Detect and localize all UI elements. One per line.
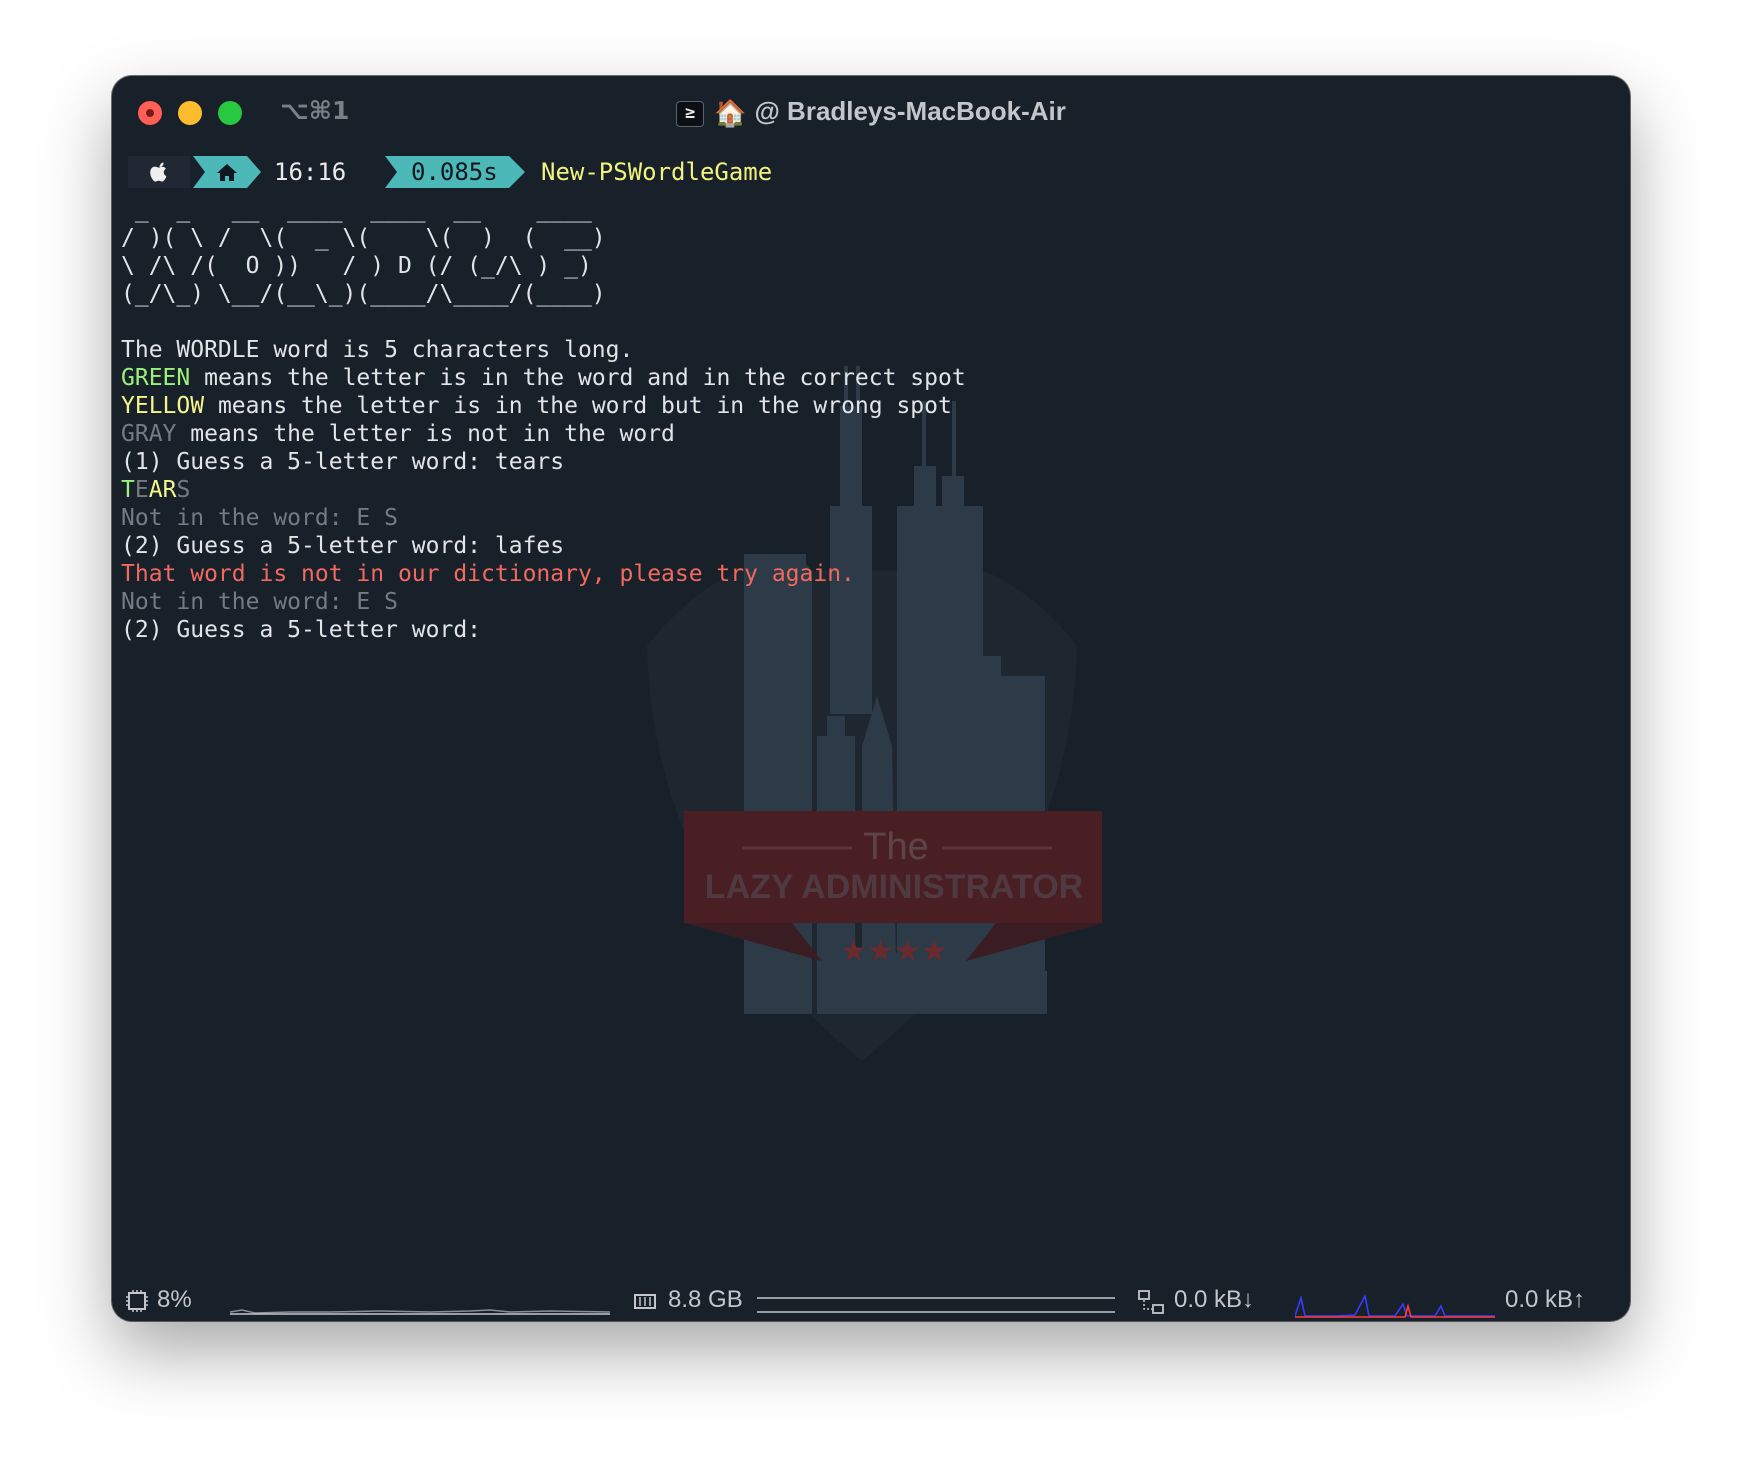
watermark-the: The xyxy=(863,826,928,868)
guess-2-retry-line[interactable]: (2) Guess a 5-letter word: xyxy=(121,616,1621,644)
house-icon: 🏠 xyxy=(714,98,747,128)
prompt-command: New-PSWordleGame xyxy=(541,158,773,186)
yellow-description: means the letter is in the word but in t… xyxy=(204,393,952,419)
memory-bar xyxy=(757,1297,1115,1313)
window-title-area: ≥ 🏠 @ Bradleys-MacBook-Air xyxy=(112,96,1630,129)
yellow-legend-line: YELLOW means the letter is in the word b… xyxy=(121,392,1621,420)
gray-description: means the letter is not in the word xyxy=(176,421,675,447)
apple-icon xyxy=(128,156,190,188)
gray-legend-line: GRAY means the letter is not in the word xyxy=(121,420,1621,448)
wordle-ascii-banner: _ _ __ ____ ____ __ ____ / )( \ / \( _ \… xyxy=(121,197,606,307)
status-bar: 8% 8.8 GB 0.0 kB↓ 0.0 kB↑ xyxy=(112,1284,1630,1320)
cpu-icon xyxy=(126,1290,148,1319)
network-icon xyxy=(1138,1290,1166,1321)
cpu-sparkline xyxy=(230,1309,610,1315)
dictionary-error: That word is not in our dictionary, plea… xyxy=(121,561,855,587)
guess-1-result: TEARS xyxy=(121,476,1621,504)
memory-icon xyxy=(633,1291,657,1319)
shell-prompt: 16:16 0.085s New-PSWordleGame xyxy=(128,156,1528,188)
cpu-usage: 8% xyxy=(157,1286,192,1313)
not-in-word-line-2: Not in the word: E S xyxy=(121,589,398,615)
terminal-output[interactable]: _ _ __ ____ ____ __ ____ / )( \ / \( _ \… xyxy=(121,196,1621,644)
guess-1-line: (1) Guess a 5-letter word: tears xyxy=(121,449,565,475)
prompt-time: 16:16 xyxy=(274,158,347,186)
watermark-stars: ★★★★ xyxy=(840,934,948,969)
network-upload: 0.0 kB↑ xyxy=(1505,1286,1586,1313)
green-label: GREEN xyxy=(121,365,191,391)
gray-label: GRAY xyxy=(121,421,177,447)
powershell-icon: ≥ xyxy=(676,101,705,127)
home-segment xyxy=(193,156,261,188)
watermark-name: LAZY ADMINISTRATOR xyxy=(705,868,1083,906)
letter-e: E xyxy=(134,477,149,503)
terminal-window: ⌥⌘1 ≥ 🏠 @ Bradleys-MacBook-Air 16:16 0.085… xyxy=(112,76,1630,1321)
green-description: means the letter is in the word and in t… xyxy=(190,365,966,391)
letter-a: A xyxy=(148,477,163,503)
green-legend-line: GREEN means the letter is in the word an… xyxy=(121,364,1621,392)
memory-usage: 8.8 GB xyxy=(668,1286,743,1313)
network-sparkline xyxy=(1295,1293,1495,1318)
letter-t: T xyxy=(121,477,135,503)
not-in-word-line-1: Not in the word: E S xyxy=(121,505,398,531)
execution-time: 0.085s xyxy=(411,158,498,186)
intro-line: The WORDLE word is 5 characters long. xyxy=(121,337,634,363)
window-title: @ Bradleys-MacBook-Air xyxy=(754,96,1066,126)
letter-r: R xyxy=(162,477,177,503)
execution-time-badge: 0.085s xyxy=(385,156,525,188)
guess-2-line: (2) Guess a 5-letter word: lafes xyxy=(121,533,565,559)
letter-s: S xyxy=(176,477,191,503)
network-download: 0.0 kB↓ xyxy=(1174,1286,1255,1313)
yellow-label: YELLOW xyxy=(121,393,205,419)
title-bar: ⌥⌘1 ≥ 🏠 @ Bradleys-MacBook-Air xyxy=(112,76,1630,150)
